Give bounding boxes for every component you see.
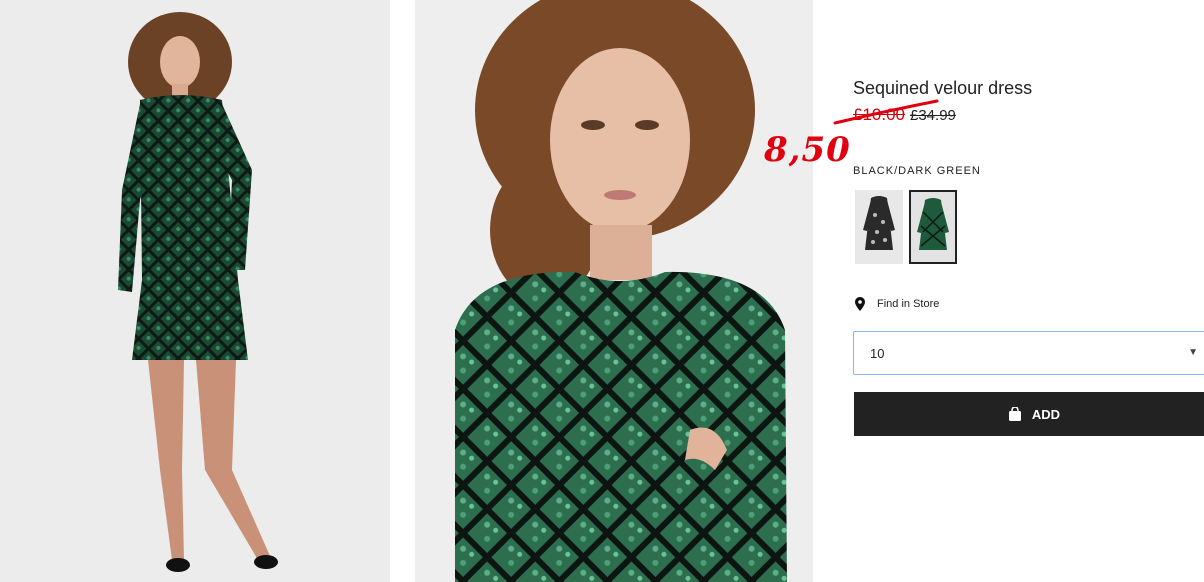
find-in-store-label: Find in Store xyxy=(877,298,940,310)
handwritten-price-annotation: 8,50 xyxy=(764,130,851,170)
size-select[interactable]: 10 ▼ xyxy=(853,331,1204,375)
photo-gap xyxy=(390,0,415,582)
product-photo-closeup[interactable] xyxy=(415,0,813,582)
swatch-black-silver[interactable] xyxy=(855,190,903,264)
find-in-store-link[interactable]: Find in Store xyxy=(855,297,939,311)
dress-thumbnail-icon xyxy=(917,198,949,250)
product-photo-full[interactable] xyxy=(0,0,390,582)
add-label: ADD xyxy=(1031,406,1061,422)
dress-thumbnail-icon xyxy=(863,196,895,250)
shopping-bag-icon xyxy=(1008,407,1021,421)
color-name: BLACK/DARK GREEN xyxy=(853,165,981,177)
model-closeup-illustration xyxy=(415,0,813,582)
swatch-black-dark-green[interactable] xyxy=(909,190,957,264)
add-to-bag-button[interactable]: ADD xyxy=(854,392,1204,436)
product-title: Sequined velour dress xyxy=(853,78,1033,98)
size-value: 10 xyxy=(870,345,885,361)
chevron-down-icon: ▼ xyxy=(1188,347,1198,358)
model-full-illustration xyxy=(0,0,390,582)
red-strike-annotation xyxy=(833,99,939,125)
location-pin-icon xyxy=(855,297,865,311)
